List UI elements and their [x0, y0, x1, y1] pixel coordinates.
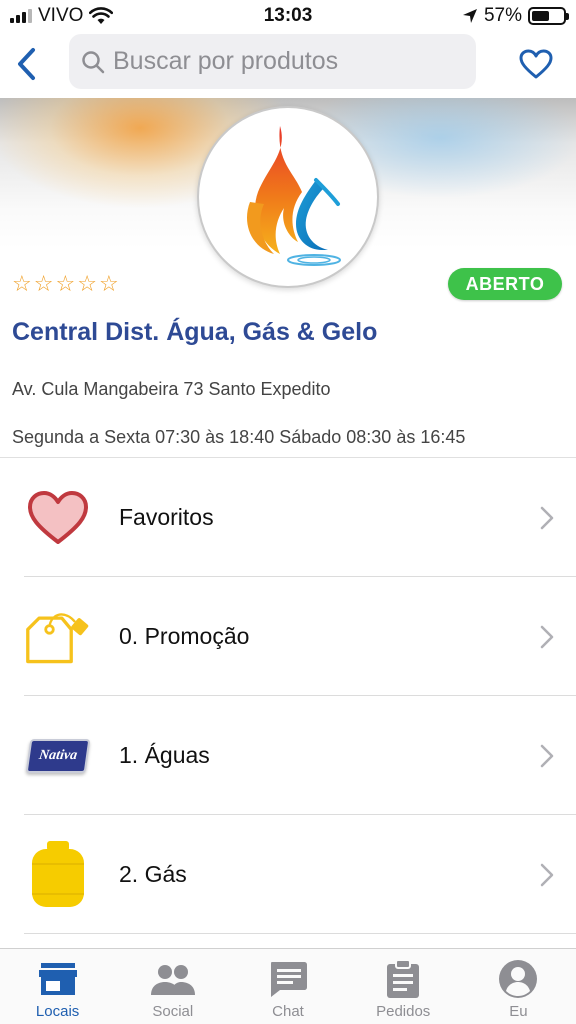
tab-pedidos[interactable]: Pedidos	[346, 949, 461, 1024]
category-list: Favoritos 0. Promoção Nativa 1. Águas 2.…	[0, 458, 576, 934]
chevron-right-icon	[540, 863, 554, 886]
store-address: Av. Cula Mangabeira 73 Santo Expedito	[12, 379, 331, 399]
chevron-right-icon	[540, 506, 554, 529]
people-icon	[150, 959, 195, 999]
store-logo	[197, 106, 379, 288]
star-icon: ☆	[55, 271, 76, 296]
flame-drop-logo-icon	[247, 126, 341, 266]
chat-icon	[266, 959, 310, 999]
location-arrow-icon	[462, 9, 477, 23]
store-hours: Segunda a Sexta 07:30 às 18:40 Sábado 08…	[12, 427, 466, 447]
open-status-badge: ABERTO	[448, 268, 562, 300]
gas-cylinder-icon	[24, 840, 92, 909]
row-divider	[24, 933, 576, 934]
nativa-logo: Nativa	[24, 722, 92, 790]
tab-label: Social	[152, 1003, 194, 1020]
tab-eu[interactable]: Eu	[461, 949, 576, 1024]
store-name: Central Dist. Água, Gás & Gelo	[12, 318, 378, 346]
price-tag-icon	[24, 603, 92, 671]
star-icon: ☆	[98, 271, 119, 296]
category-row-gas[interactable]: 2. Gás	[0, 815, 576, 934]
tab-label: Pedidos	[376, 1003, 431, 1020]
account-icon	[496, 959, 540, 999]
heart-icon	[24, 484, 92, 552]
search-input[interactable]	[113, 47, 453, 76]
tab-label: Chat	[272, 1003, 304, 1020]
category-label: 2. Gás	[119, 861, 187, 887]
tab-social[interactable]: Social	[115, 949, 230, 1024]
back-button[interactable]	[8, 44, 44, 84]
tab-bar: Locais Social Chat Pedidos Eu	[0, 948, 576, 1024]
chevron-left-icon	[18, 48, 35, 80]
category-row-aguas[interactable]: Nativa 1. Águas	[0, 696, 576, 815]
category-label: 0. Promoção	[119, 623, 250, 649]
favorite-store-button[interactable]	[518, 46, 554, 82]
heart-outline-icon	[519, 49, 553, 79]
category-label: Favoritos	[119, 504, 214, 530]
clipboard-icon	[381, 959, 425, 999]
tab-label: Eu	[509, 1003, 528, 1020]
star-icon: ☆	[12, 271, 32, 296]
chevron-right-icon	[540, 744, 554, 767]
tab-chat[interactable]: Chat	[230, 949, 345, 1024]
battery-icon	[528, 7, 569, 25]
star-icon: ☆	[33, 271, 54, 296]
category-row-favoritos[interactable]: Favoritos	[0, 458, 576, 577]
battery-percent: 57%	[483, 5, 522, 26]
battery-group: 57%	[462, 5, 569, 27]
nav-bar	[0, 32, 576, 98]
category-label: 1. Águas	[119, 742, 210, 768]
search-icon	[82, 50, 105, 73]
chevron-right-icon	[540, 625, 554, 648]
search-bar[interactable]	[69, 34, 476, 89]
star-icon: ☆	[77, 271, 97, 296]
store-icon	[36, 959, 80, 999]
tab-locais[interactable]: Locais	[0, 949, 115, 1024]
tab-label: Locais	[35, 1003, 80, 1020]
category-row-promocao[interactable]: 0. Promoção	[0, 577, 576, 696]
rating-stars: ☆ ☆ ☆ ☆ ☆	[12, 272, 119, 296]
status-bar: VIVO 13:03 57%	[0, 0, 576, 32]
